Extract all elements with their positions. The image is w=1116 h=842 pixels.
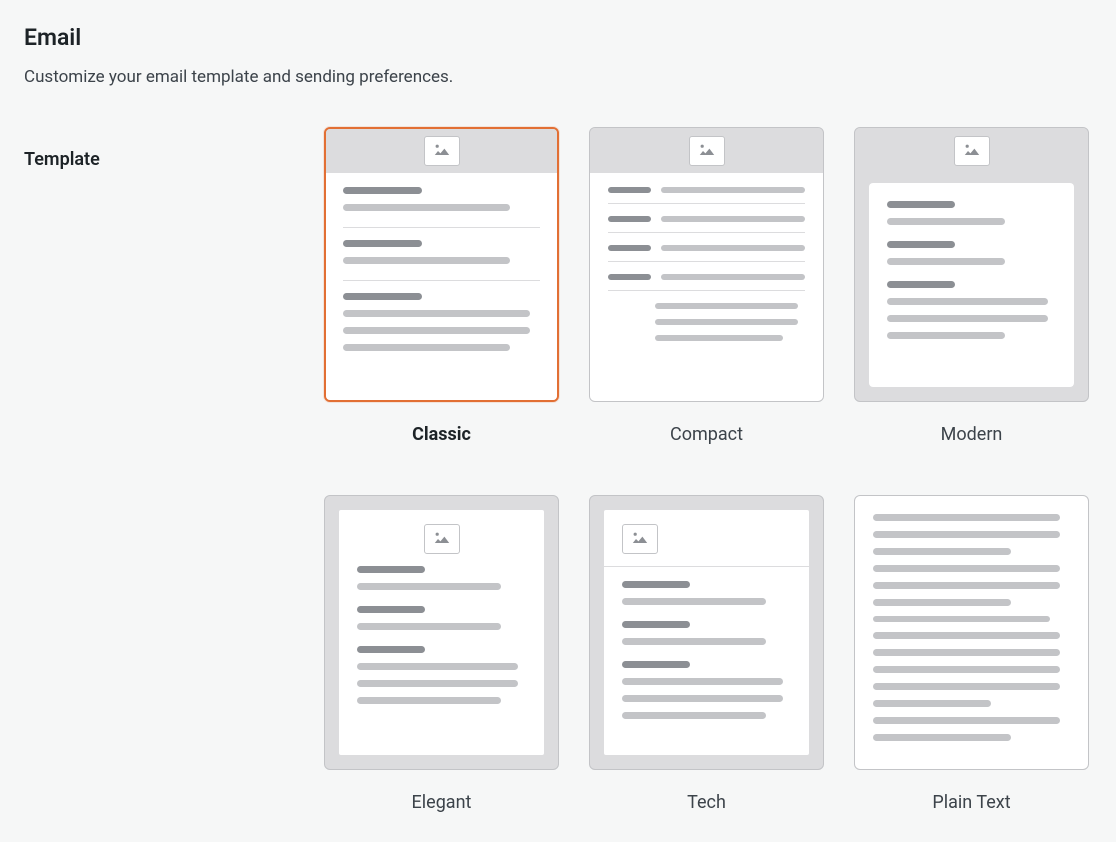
template-label: Classic: [412, 424, 471, 445]
template-setting-row: Template Classic: [24, 127, 1092, 813]
template-label: Modern: [941, 424, 1003, 445]
template-section-label: Template: [24, 127, 294, 170]
page-title: Email: [24, 24, 1092, 51]
template-label: Plain Text: [932, 792, 1010, 813]
templates-grid: Classic: [324, 127, 1089, 813]
template-option-tech[interactable]: Tech: [589, 495, 824, 813]
template-option-compact[interactable]: Compact: [589, 127, 824, 445]
template-preview-tech: [589, 495, 824, 770]
template-option-plaintext[interactable]: Plain Text: [854, 495, 1089, 813]
page-description: Customize your email template and sendin…: [24, 67, 1092, 87]
template-option-modern[interactable]: Modern: [854, 127, 1089, 445]
image-placeholder-icon: [622, 524, 658, 554]
template-preview-plaintext: [854, 495, 1089, 770]
template-preview-elegant: [324, 495, 559, 770]
image-placeholder-icon: [689, 136, 725, 166]
template-preview-classic: [324, 127, 559, 402]
image-placeholder-icon: [954, 136, 990, 166]
image-placeholder-icon: [424, 136, 460, 166]
template-preview-modern: [854, 127, 1089, 402]
template-label: Elegant: [412, 792, 472, 813]
template-label: Compact: [670, 424, 743, 445]
template-preview-compact: [589, 127, 824, 402]
template-option-elegant[interactable]: Elegant: [324, 495, 559, 813]
image-placeholder-icon: [424, 524, 460, 554]
template-label: Tech: [687, 792, 726, 813]
template-option-classic[interactable]: Classic: [324, 127, 559, 445]
